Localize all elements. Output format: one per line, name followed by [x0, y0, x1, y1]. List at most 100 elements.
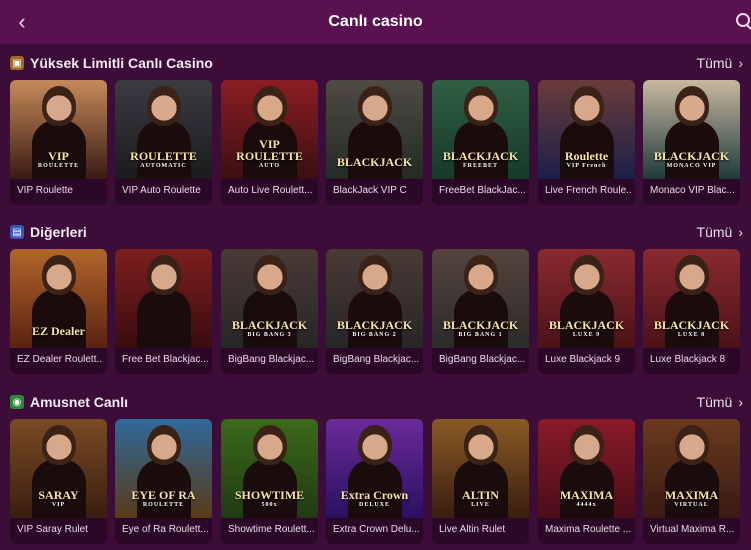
game-logo-subtext: MONACO VIP	[666, 162, 717, 169]
game-title: Live Altin Rulet	[439, 524, 506, 535]
game-title: Virtual Maxima R...	[650, 524, 735, 535]
dealer-head	[570, 255, 604, 295]
game-card[interactable]: MAXIMA 4444x Maxima Roulette ...	[538, 419, 635, 544]
game-card[interactable]: ROULETTE AUTOMATIC VIP Auto Roulette	[115, 80, 212, 205]
game-thumbnail: SHOWTIME 500x	[221, 419, 318, 518]
game-logo-text: ALTIN	[462, 488, 499, 503]
game-thumbnail: MAXIMA VIRTUAL	[643, 419, 740, 518]
dealer-head	[464, 425, 498, 465]
game-card[interactable]: EZ Dealer EZ Dealer Roulett...	[10, 249, 107, 374]
game-logo-subtext: LIVE	[471, 501, 490, 508]
game-logo-subtext: ROULETTE	[142, 501, 185, 508]
game-title: Showtime Roulett...	[228, 524, 314, 535]
top-bar: ‹ Canlı casino	[0, 0, 751, 44]
game-card[interactable]: Roulette VIP French Live French Roule...	[538, 80, 635, 205]
cards-icon: ▤	[10, 225, 24, 239]
game-logo-subtext: BIG BANG 3	[247, 331, 292, 338]
game-title: Extra Crown Delu...	[333, 524, 419, 535]
amusnet-icon: ◉	[10, 395, 24, 409]
game-card[interactable]: BLACKJACK BIG BANG 1 BigBang Blackjac...	[432, 249, 529, 374]
chevron-left-icon: ‹	[18, 9, 26, 34]
game-logo-subtext: VIP	[51, 501, 66, 508]
game-logo-subtext: 4444x	[576, 501, 597, 508]
game-thumbnail: Roulette VIP French	[538, 80, 635, 179]
game-thumbnail: Extra Crown DELUXE	[326, 419, 423, 518]
see-all-link[interactable]: Tümü ›	[697, 55, 743, 71]
game-logo-subtext: BIG BANG 1	[458, 331, 503, 338]
game-title: Live French Roule...	[545, 185, 631, 196]
section-header: ◉ Amusnet Canlı Tümü ›	[0, 385, 751, 419]
game-card[interactable]: VIP ROULETTE VIP Roulette	[10, 80, 107, 205]
game-thumbnail: BLACKJACK LUXE 9	[538, 249, 635, 348]
game-title: Luxe Blackjack 8	[650, 354, 726, 365]
game-logo-text: SHOWTIME	[234, 488, 305, 503]
game-logo-subtext: 500x	[261, 501, 278, 508]
game-card[interactable]: BLACKJACK FREEBET FreeBet BlackJac...	[432, 80, 529, 205]
dealer-head	[358, 425, 392, 465]
game-title: Auto Live Roulett...	[228, 185, 313, 196]
game-thumbnail: EYE OF RA ROULETTE	[115, 419, 212, 518]
game-card[interactable]: SHOWTIME 500x Showtime Roulett...	[221, 419, 318, 544]
game-logo: BLACKJACK	[330, 156, 419, 169]
see-all-link[interactable]: Tümü ›	[697, 394, 743, 410]
dealer-head	[464, 255, 498, 295]
game-logo-text: Extra Crown	[340, 488, 409, 503]
game-thumbnail	[115, 249, 212, 348]
game-logo-subtext: AUTO	[258, 162, 281, 169]
game-logo-subtext: LUXE 9	[572, 331, 601, 338]
game-logo-text: BLACKJACK	[442, 149, 519, 164]
game-logo: BLACKJACK BIG BANG 1	[436, 319, 525, 338]
game-card[interactable]: VIP ROULETTE AUTO Auto Live Roulett...	[221, 80, 318, 205]
game-thumbnail: BLACKJACK BIG BANG 1	[432, 249, 529, 348]
game-logo: VIP ROULETTE AUTO	[225, 137, 314, 169]
dealer-head	[358, 255, 392, 295]
section-title: Amusnet Canlı	[30, 394, 129, 410]
game-card[interactable]: EYE OF RA ROULETTE Eye of Ra Roulett...	[115, 419, 212, 544]
game-thumbnail: MAXIMA 4444x	[538, 419, 635, 518]
dealer-head	[464, 86, 498, 126]
game-logo: MAXIMA VIRTUAL	[647, 489, 736, 508]
dealer-head	[42, 425, 76, 465]
game-card[interactable]: BLACKJACK BIG BANG 3 BigBang Blackjac...	[221, 249, 318, 374]
page-title: Canlı casino	[328, 13, 423, 30]
game-card[interactable]: Free Bet Blackjac...	[115, 249, 212, 374]
game-title: VIP Saray Rulet	[17, 524, 88, 535]
back-button[interactable]: ‹	[8, 8, 36, 36]
game-card[interactable]: MAXIMA VIRTUAL Virtual Maxima R...	[643, 419, 740, 544]
game-logo: BLACKJACK LUXE 9	[542, 319, 631, 338]
game-card[interactable]: ALTIN LIVE Live Altin Rulet	[432, 419, 529, 544]
treasure-box-icon: ▣	[10, 56, 24, 70]
dealer-head	[147, 255, 181, 295]
game-logo: SHOWTIME 500x	[225, 489, 314, 508]
dealer-head	[675, 425, 709, 465]
game-logo: Roulette VIP French	[542, 150, 631, 169]
game-title: BlackJack VIP C	[333, 185, 407, 196]
game-card[interactable]: BLACKJACK LUXE 8 Luxe Blackjack 8	[643, 249, 740, 374]
game-card[interactable]: BLACKJACK MONACO VIP Monaco VIP Blac...	[643, 80, 740, 205]
game-logo: ROULETTE AUTOMATIC	[119, 150, 208, 169]
game-logo: EZ Dealer	[14, 325, 103, 338]
dealer-head	[675, 86, 709, 126]
game-thumbnail: BLACKJACK	[326, 80, 423, 179]
dealer-head	[570, 86, 604, 126]
game-card[interactable]: BLACKJACK BIG BANG 2 BigBang Blackjac...	[326, 249, 423, 374]
search-button[interactable]	[729, 10, 751, 34]
game-logo-text: EZ Dealer	[32, 324, 85, 339]
game-logo: BLACKJACK BIG BANG 2	[330, 319, 419, 338]
dealer-head	[358, 86, 392, 126]
game-title: VIP Roulette	[17, 185, 73, 196]
game-logo-text: BLACKJACK	[336, 155, 413, 170]
game-thumbnail: ALTIN LIVE	[432, 419, 529, 518]
game-logo-subtext: VIP French	[566, 162, 607, 169]
game-logo: EYE OF RA ROULETTE	[119, 489, 208, 508]
game-card[interactable]: BLACKJACK LUXE 9 Luxe Blackjack 9	[538, 249, 635, 374]
game-card[interactable]: BLACKJACK BlackJack VIP C	[326, 80, 423, 205]
see-all-link[interactable]: Tümü ›	[697, 224, 743, 240]
game-card[interactable]: SARAY VIP VIP Saray Rulet	[10, 419, 107, 544]
game-logo-text: BLACKJACK	[442, 318, 519, 333]
game-logo: BLACKJACK BIG BANG 3	[225, 319, 314, 338]
game-card[interactable]: Extra Crown DELUXE Extra Crown Delu...	[326, 419, 423, 544]
game-logo-subtext: LUXE 8	[677, 331, 706, 338]
dealer-head	[570, 425, 604, 465]
chevron-right-icon: ›	[738, 394, 743, 410]
